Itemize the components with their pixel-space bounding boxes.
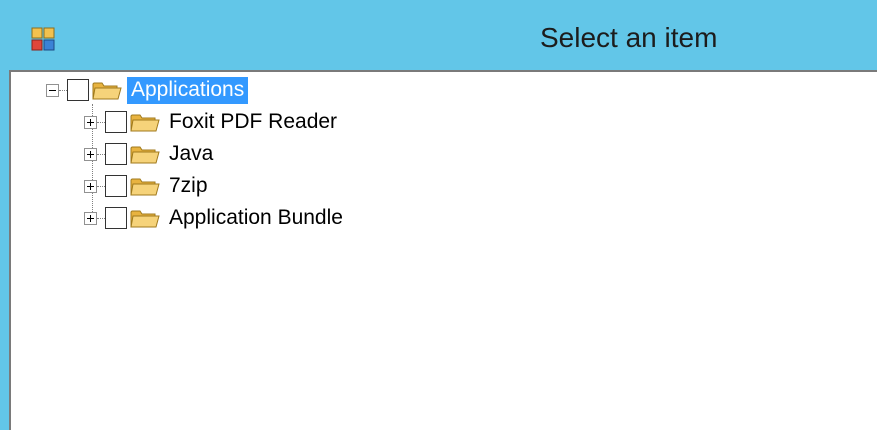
tree-connector <box>97 217 105 220</box>
tree-node-java[interactable]: Java <box>84 140 217 168</box>
dialog-window: Select an item Applications Foxit PDF Re… <box>0 0 877 430</box>
expand-toggle[interactable] <box>84 179 97 193</box>
expand-toggle[interactable] <box>84 147 97 161</box>
tree-node-label[interactable]: Java <box>165 141 217 168</box>
node-checkbox[interactable] <box>105 111 127 133</box>
tree-node-root[interactable]: Applications <box>46 76 249 104</box>
tree-node-label[interactable]: 7zip <box>165 173 212 200</box>
folder-icon <box>130 210 160 228</box>
root-checkbox[interactable] <box>67 79 89 101</box>
tree-node-7zip[interactable]: 7zip <box>84 172 212 200</box>
tree-node-label[interactable]: Application Bundle <box>165 205 347 232</box>
tree-connector <box>97 185 105 188</box>
tree-connector <box>59 89 67 92</box>
expand-toggle[interactable] <box>84 115 97 129</box>
folder-icon <box>92 82 122 100</box>
folder-icon <box>130 178 160 196</box>
app-icon[interactable] <box>30 26 56 52</box>
tree-connector <box>97 153 105 156</box>
tree-connector <box>97 121 105 124</box>
node-checkbox[interactable] <box>105 207 127 229</box>
title-bar[interactable]: Select an item <box>0 0 877 70</box>
node-checkbox[interactable] <box>105 143 127 165</box>
collapse-toggle[interactable] <box>46 83 59 97</box>
window-title: Select an item <box>540 22 718 53</box>
tree-node-foxit[interactable]: Foxit PDF Reader <box>84 108 341 136</box>
tree-view[interactable]: Applications Foxit PDF Reader Java 7zip … <box>9 70 877 430</box>
folder-icon <box>130 114 160 132</box>
node-checkbox[interactable] <box>105 175 127 197</box>
tree-container: Applications Foxit PDF Reader Java 7zip … <box>11 72 877 430</box>
tree-node-application-bundle[interactable]: Application Bundle <box>84 204 347 232</box>
expand-toggle[interactable] <box>84 211 97 225</box>
tree-node-label[interactable]: Applications <box>127 76 249 104</box>
folder-icon <box>130 146 160 164</box>
tree-node-label[interactable]: Foxit PDF Reader <box>165 109 341 136</box>
